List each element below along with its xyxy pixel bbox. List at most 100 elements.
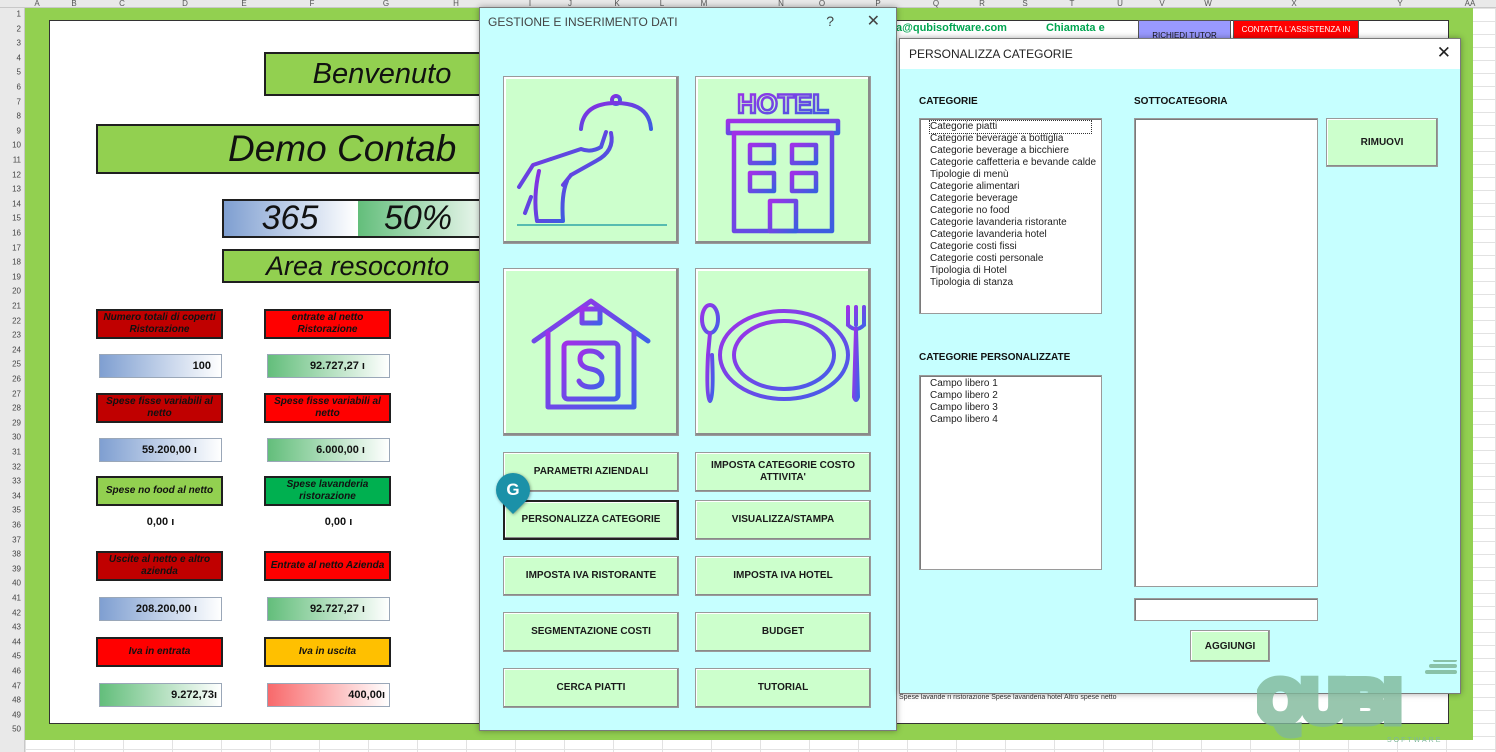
row-header[interactable]: 42 xyxy=(12,608,21,617)
row-header[interactable]: 26 xyxy=(12,375,21,384)
help-icon[interactable]: ? xyxy=(826,13,834,29)
column-header[interactable]: S xyxy=(1022,0,1027,8)
column-header[interactable]: B xyxy=(71,0,76,8)
dishes-tile[interactable] xyxy=(695,268,871,436)
close-icon[interactable]: ✕ xyxy=(867,11,880,31)
list-item[interactable]: Categorie caffetteria e bevande calde xyxy=(930,157,1096,169)
row-header[interactable]: 44 xyxy=(12,637,21,646)
imposta-iva-ristorante-button[interactable]: IMPOSTA IVA RISTORANTE xyxy=(503,556,679,596)
column-header[interactable]: AA xyxy=(1465,0,1476,8)
list-item[interactable]: Categorie beverage a bicchiere xyxy=(930,145,1091,157)
row-header[interactable]: 49 xyxy=(12,710,21,719)
list-item[interactable]: Tipologie di menù xyxy=(930,169,1091,181)
row-header[interactable]: 40 xyxy=(12,579,21,588)
row-header[interactable]: 9 xyxy=(17,126,21,135)
row-header[interactable]: 21 xyxy=(12,302,21,311)
row-header[interactable]: 8 xyxy=(17,112,21,121)
row-header[interactable]: 50 xyxy=(12,725,21,734)
list-item[interactable]: Categorie lavanderia hotel xyxy=(930,229,1091,241)
rimuovi-button[interactable]: RIMUOVI xyxy=(1326,118,1438,167)
uscite-azienda-value[interactable]: 208.200,00 ı xyxy=(99,597,222,621)
row-header[interactable]: 16 xyxy=(12,229,21,238)
row-header[interactable]: 13 xyxy=(12,185,21,194)
row-header[interactable]: 20 xyxy=(12,287,21,296)
column-header[interactable]: C xyxy=(119,0,125,8)
list-item[interactable]: Tipologia di stanza xyxy=(930,277,1091,289)
row-header[interactable]: 3 xyxy=(17,39,21,48)
row-header[interactable]: 31 xyxy=(12,448,21,457)
row-header[interactable]: 27 xyxy=(12,389,21,398)
spese-fisse-2-value[interactable]: 6.000,00 ı xyxy=(267,438,390,462)
column-header[interactable]: E xyxy=(241,0,246,8)
row-header[interactable]: 18 xyxy=(12,258,21,267)
row-header[interactable]: 41 xyxy=(12,594,21,603)
segmentazione-costi-button[interactable]: SEGMENTAZIONE COSTI xyxy=(503,612,679,652)
column-header[interactable]: U xyxy=(1117,0,1123,8)
tutorial-button[interactable]: TUTORIAL xyxy=(695,668,871,708)
close-icon[interactable]: ✕ xyxy=(1437,43,1451,63)
column-header[interactable]: A xyxy=(34,0,39,8)
row-header[interactable]: 15 xyxy=(12,214,21,223)
row-header[interactable]: 36 xyxy=(12,521,21,530)
list-item[interactable]: Tipologia di Hotel xyxy=(930,265,1091,277)
list-item[interactable]: Categorie costi personale xyxy=(930,253,1091,265)
spese-no-food-value[interactable]: 0,00 ı xyxy=(99,510,222,534)
row-header[interactable]: 24 xyxy=(12,345,21,354)
column-header[interactable]: Y xyxy=(1397,0,1402,8)
list-item[interactable]: Campo libero 1 xyxy=(930,378,1091,390)
row-header[interactable]: 46 xyxy=(12,667,21,676)
column-header[interactable]: T xyxy=(1070,0,1075,8)
column-header[interactable]: W xyxy=(1204,0,1212,8)
list-item[interactable]: Categorie beverage a bottiglia xyxy=(930,133,1091,145)
row-header[interactable]: 35 xyxy=(12,506,21,515)
list-item[interactable]: Campo libero 3 xyxy=(930,402,1091,414)
row-header[interactable]: 19 xyxy=(12,272,21,281)
column-header[interactable]: X xyxy=(1291,0,1296,8)
categorie-listbox[interactable]: Categorie piatti Categorie beverage a bo… xyxy=(919,118,1102,314)
email-link[interactable]: a@qubisoftware.com xyxy=(896,22,1007,34)
new-subcategory-input[interactable] xyxy=(1134,598,1318,621)
row-header[interactable]: 30 xyxy=(12,433,21,442)
row-header[interactable]: 38 xyxy=(12,550,21,559)
spese-lavanderia-value[interactable]: 0,00 ı xyxy=(277,510,400,534)
row-header[interactable]: 11 xyxy=(13,156,21,165)
spese-fisse-value[interactable]: 59.200,00 ı xyxy=(99,438,222,462)
list-item[interactable]: Campo libero 2 xyxy=(930,390,1091,402)
row-header[interactable]: 5 xyxy=(17,68,21,77)
assist-button[interactable]: CONTATTA L'ASSISTENZA IN xyxy=(1233,20,1359,40)
row-header[interactable]: 48 xyxy=(12,696,21,705)
row-header[interactable]: 45 xyxy=(12,652,21,661)
row-header[interactable]: 1 xyxy=(17,10,21,19)
cerca-piatti-button[interactable]: CERCA PIATTI xyxy=(503,668,679,708)
entrate-ristorazione-value[interactable]: 92.727,27 ı xyxy=(267,354,390,378)
aggiungi-button[interactable]: AGGIUNGI xyxy=(1190,630,1270,662)
row-header[interactable]: 37 xyxy=(12,535,21,544)
entrate-azienda-value[interactable]: 92.727,27 ı xyxy=(267,597,390,621)
row-header[interactable]: 12 xyxy=(12,170,21,179)
tutor-button[interactable]: RICHIEDI TUTOR xyxy=(1138,20,1231,40)
imposta-categorie-costo-button[interactable]: IMPOSTA CATEGORIE COSTO ATTIVITA' xyxy=(695,452,871,492)
finance-tile[interactable] xyxy=(503,268,679,436)
row-header[interactable]: 23 xyxy=(12,331,21,340)
row-header[interactable]: 47 xyxy=(12,681,21,690)
row-header[interactable]: 6 xyxy=(17,83,21,92)
row-header[interactable]: 2 xyxy=(17,24,21,33)
list-item[interactable]: Categorie costi fissi xyxy=(930,241,1091,253)
categorie-personalizzate-listbox[interactable]: Campo libero 1 Campo libero 2 Campo libe… xyxy=(919,375,1102,570)
row-header[interactable]: 14 xyxy=(12,199,21,208)
list-item[interactable]: Categorie alimentari xyxy=(930,181,1091,193)
list-item[interactable]: Categorie piatti xyxy=(929,120,1092,134)
iva-entrata-value[interactable]: 9.272,73ı xyxy=(99,683,222,707)
hotel-tile[interactable]: HOTEL xyxy=(695,76,871,244)
column-header[interactable]: F xyxy=(310,0,315,8)
column-header[interactable]: D xyxy=(182,0,188,8)
list-item[interactable]: Categorie beverage xyxy=(930,193,1091,205)
row-header[interactable]: 7 xyxy=(17,97,21,106)
column-header[interactable]: H xyxy=(453,0,459,8)
row-header[interactable]: 25 xyxy=(12,360,21,369)
row-header[interactable]: 33 xyxy=(12,477,21,486)
row-header[interactable]: 10 xyxy=(12,141,21,150)
coperti-value[interactable]: 100 xyxy=(99,354,222,378)
row-header[interactable]: 29 xyxy=(12,418,21,427)
list-item[interactable]: Campo libero 4 xyxy=(930,414,1091,426)
